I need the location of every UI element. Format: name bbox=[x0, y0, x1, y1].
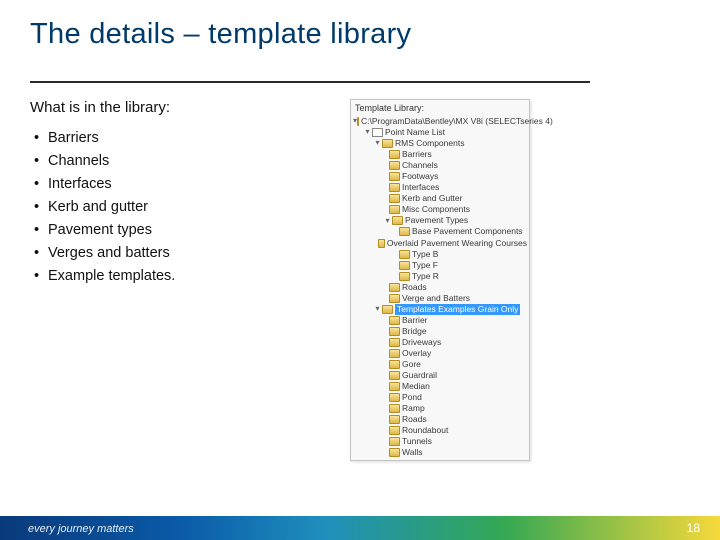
tree-item[interactable]: Type R bbox=[412, 271, 439, 282]
folder-icon bbox=[389, 360, 400, 369]
expander-icon[interactable]: ▾ bbox=[373, 305, 382, 314]
bullet-item: Channels bbox=[34, 153, 310, 169]
folder-icon bbox=[389, 338, 400, 347]
bullet-item: Kerb and gutter bbox=[34, 199, 310, 215]
folder-icon bbox=[389, 294, 400, 303]
tree-item[interactable]: Type F bbox=[412, 260, 438, 271]
tree-item[interactable]: Kerb and Gutter bbox=[402, 193, 462, 204]
tree-item[interactable]: Pond bbox=[402, 392, 422, 403]
folder-icon bbox=[389, 283, 400, 292]
folder-icon bbox=[392, 216, 403, 225]
folder-icon bbox=[399, 250, 410, 259]
tree-view[interactable]: ▾C:\ProgramData\Bentley\MX V8i (SELECTse… bbox=[353, 116, 527, 458]
folder-icon bbox=[378, 239, 385, 248]
folder-icon bbox=[389, 404, 400, 413]
tree-root[interactable]: C:\ProgramData\Bentley\MX V8i (SELECTser… bbox=[361, 116, 553, 127]
folder-icon bbox=[399, 227, 410, 236]
folder-icon bbox=[389, 448, 400, 457]
folder-icon bbox=[389, 183, 400, 192]
tree-item[interactable]: Roads bbox=[402, 414, 427, 425]
folder-icon bbox=[389, 371, 400, 380]
folder-icon bbox=[389, 172, 400, 181]
tree-item[interactable]: Type B bbox=[412, 249, 438, 260]
page-icon bbox=[372, 128, 383, 137]
tree-item[interactable]: Guardrail bbox=[402, 370, 437, 381]
bullet-item: Barriers bbox=[34, 130, 310, 146]
question-text: What is in the library: bbox=[30, 99, 310, 116]
tree-item[interactable]: Pavement Types bbox=[405, 215, 468, 226]
folder-icon bbox=[389, 205, 400, 214]
tree-item-selected[interactable]: Templates Examples Grain Only bbox=[395, 304, 520, 315]
bullet-item: Pavement types bbox=[34, 222, 310, 238]
slide-title: The details – template library bbox=[30, 18, 690, 51]
tree-item[interactable]: Bridge bbox=[402, 326, 427, 337]
tree-item[interactable]: Verge and Batters bbox=[402, 293, 470, 304]
bullet-list: Barriers Channels Interfaces Kerb and gu… bbox=[30, 130, 310, 284]
divider bbox=[30, 81, 590, 83]
folder-icon bbox=[382, 139, 393, 148]
folder-icon bbox=[389, 393, 400, 402]
folder-icon bbox=[389, 349, 400, 358]
tree-item[interactable]: RMS Components bbox=[395, 138, 464, 149]
panel-title: Template Library: bbox=[353, 102, 527, 116]
folder-icon bbox=[357, 117, 359, 126]
tree-item[interactable]: Median bbox=[402, 381, 430, 392]
footer-tagline: every journey matters bbox=[28, 523, 134, 535]
folder-icon bbox=[399, 272, 410, 281]
bullet-item: Example templates. bbox=[34, 268, 310, 284]
tree-item[interactable]: Overlaid Pavement Wearing Courses bbox=[387, 238, 527, 249]
template-library-panel: Template Library: ▾C:\ProgramData\Bentle… bbox=[350, 99, 530, 461]
tree-item[interactable]: Interfaces bbox=[402, 182, 439, 193]
tree-item[interactable]: Barriers bbox=[402, 149, 432, 160]
folder-icon bbox=[389, 437, 400, 446]
expander-icon[interactable]: ▾ bbox=[373, 139, 382, 148]
footer: every journey matters 18 bbox=[0, 504, 720, 540]
tree-item[interactable]: Misc Components bbox=[402, 204, 470, 215]
tree-item[interactable]: Walls bbox=[402, 447, 422, 458]
tree-item[interactable]: Overlay bbox=[402, 348, 431, 359]
folder-icon bbox=[399, 261, 410, 270]
folder-icon bbox=[389, 327, 400, 336]
folder-icon bbox=[389, 161, 400, 170]
folder-icon bbox=[389, 316, 400, 325]
expander-icon[interactable]: ▾ bbox=[383, 216, 392, 225]
folder-icon bbox=[389, 194, 400, 203]
expander-icon[interactable]: ▾ bbox=[363, 128, 372, 137]
folder-icon bbox=[389, 382, 400, 391]
tree-item[interactable]: Ramp bbox=[402, 403, 425, 414]
tree-item[interactable]: Footways bbox=[402, 171, 438, 182]
left-column: What is in the library: Barriers Channel… bbox=[30, 99, 310, 461]
tree-item[interactable]: Barrier bbox=[402, 315, 428, 326]
folder-icon bbox=[389, 415, 400, 424]
tree-item[interactable]: Tunnels bbox=[402, 436, 432, 447]
tree-item[interactable]: Roundabout bbox=[402, 425, 448, 436]
bullet-item: Verges and batters bbox=[34, 245, 310, 261]
bullet-item: Interfaces bbox=[34, 176, 310, 192]
folder-icon bbox=[389, 426, 400, 435]
folder-icon bbox=[382, 305, 393, 314]
folder-icon bbox=[389, 150, 400, 159]
tree-item[interactable]: Base Pavement Components bbox=[412, 226, 523, 237]
tree-item[interactable]: Gore bbox=[402, 359, 421, 370]
tree-item[interactable]: Channels bbox=[402, 160, 438, 171]
tree-item[interactable]: Roads bbox=[402, 282, 427, 293]
tree-item[interactable]: Driveways bbox=[402, 337, 441, 348]
page-number: 18 bbox=[687, 521, 700, 535]
tree-item[interactable]: Point Name List bbox=[385, 127, 445, 138]
